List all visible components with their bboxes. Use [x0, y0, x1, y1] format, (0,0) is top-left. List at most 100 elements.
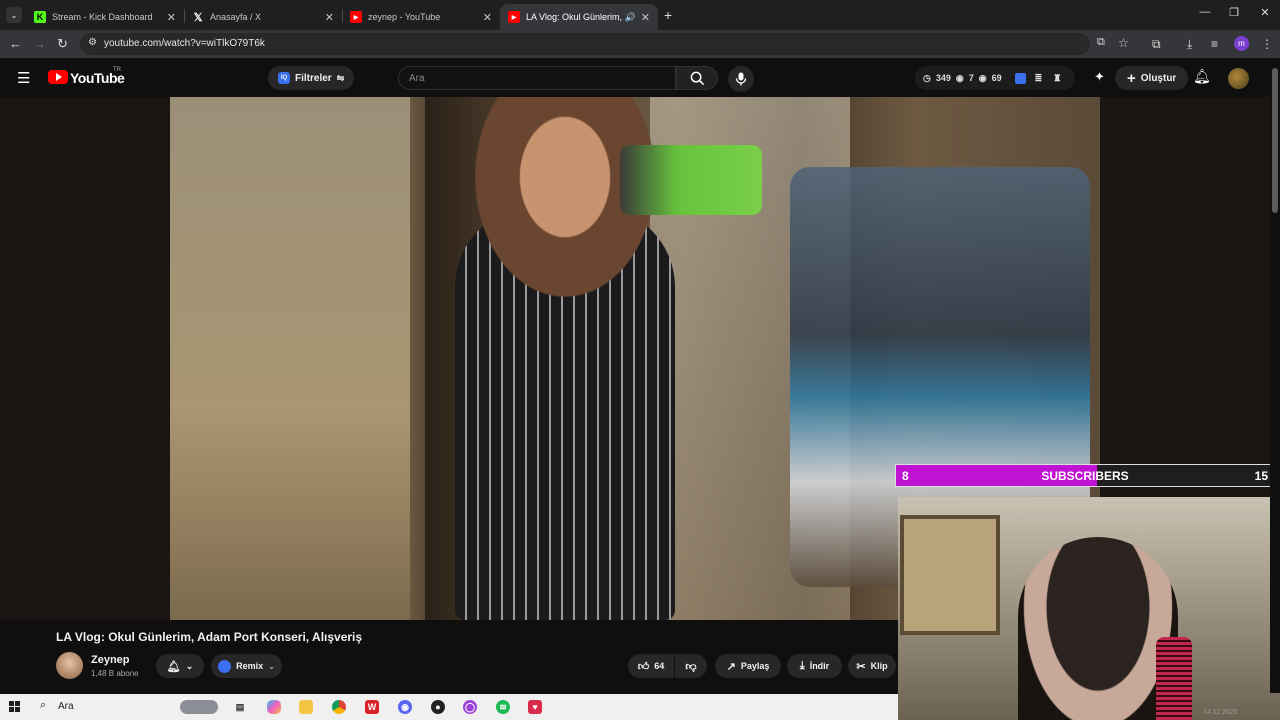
profile-icon[interactable]: m — [1234, 36, 1249, 51]
file-explorer-icon[interactable] — [299, 700, 313, 714]
hamburger-menu-icon[interactable]: ☰ — [17, 69, 30, 87]
clock-icon: ◷ — [923, 72, 931, 83]
tab-youtube-video[interactable]: ▶ LA Vlog: Okul Günlerim, Ad 🔊 ✕ — [500, 4, 658, 30]
close-icon[interactable]: ✕ — [483, 11, 492, 24]
youtube-header: ☰ YouTube TR IQ Filtreler ⇋ ◷ 349 ◉ 7 ◉ … — [0, 58, 1280, 98]
close-icon[interactable]: ✕ — [167, 11, 176, 24]
youtube-logo-icon[interactable] — [48, 70, 68, 84]
app-purple-icon[interactable]: ◯ — [463, 700, 477, 714]
iq-icon[interactable] — [1014, 72, 1026, 84]
subscriber-goal-title: SUBSCRIBERS — [1041, 469, 1129, 483]
notifications-bell-icon[interactable]: 🔔︎ — [1193, 68, 1211, 85]
tab-title: zeynep - YouTube — [368, 12, 441, 22]
discord-icon[interactable]: ◉ — [398, 700, 412, 714]
obs-icon[interactable]: ● — [431, 700, 445, 714]
spotify-icon[interactable]: ≋ — [496, 700, 510, 714]
address-bar[interactable]: ⚙ youtube.com/watch?v=wiTlkO79T6k ⧉ ☆ — [80, 33, 1129, 55]
download-button[interactable]: ⤓ İndir — [787, 654, 842, 678]
scrollbar-thumb[interactable] — [1272, 68, 1278, 213]
taskbar-search-label[interactable]: Ara — [58, 701, 74, 712]
tab-title: Stream - Kick Dashboard — [52, 12, 153, 22]
back-icon[interactable]: ← — [9, 36, 22, 51]
webcam-overlay — [898, 497, 1280, 720]
sliders-icon: ⇋ — [336, 72, 345, 83]
stat-a: 349 — [935, 73, 951, 83]
subscriber-goal-target: 15 — [1254, 469, 1268, 483]
menu-kebab-icon[interactable]: ⋮ — [1261, 37, 1273, 51]
taskbar-date: 14.11.2025 — [1203, 709, 1238, 716]
channel-name[interactable]: Zeynep — [91, 654, 130, 666]
kick-icon: K — [34, 11, 46, 23]
wps-office-icon[interactable]: W — [365, 700, 379, 714]
reload-icon[interactable]: ↻ — [57, 36, 68, 52]
chevron-down-icon: ⌄ — [268, 661, 275, 671]
tab-kick[interactable]: K Stream - Kick Dashboard ✕ — [26, 4, 184, 30]
tab-list-dropdown-icon[interactable]: ⌄ — [6, 7, 22, 23]
browser-tab-strip: ⌄ K Stream - Kick Dashboard ✕ 𝕏 Anasayfa… — [0, 0, 1280, 30]
forward-icon[interactable]: → — [33, 36, 46, 51]
stat-b: 7 — [968, 73, 974, 83]
thumbs-up-icon: 👍︎ — [637, 660, 650, 673]
youtube-icon: ▶ — [508, 11, 520, 23]
manatee-widget-icon[interactable] — [180, 700, 218, 714]
taskbar-search-icon[interactable]: ⌕ — [40, 699, 46, 712]
clip-button[interactable]: ✂ Klip — [848, 654, 896, 678]
windows-taskbar: ⌕ Ara ▤ W ◉ ● ◯ ≋ ♥ — [0, 694, 898, 720]
clip-label: Klip — [870, 661, 888, 671]
filters-button[interactable]: IQ Filtreler ⇋ — [268, 66, 355, 90]
share-arrow-icon: ↗ — [726, 660, 736, 673]
extensions-icon[interactable]: ⧉ — [1152, 37, 1161, 52]
list-icon[interactable]: ≣ — [1035, 73, 1043, 84]
download-icon: ⤓ — [799, 659, 805, 672]
thumbs-down-icon: 👎︎ — [685, 660, 697, 673]
x-icon: 𝕏 — [193, 11, 203, 24]
dislike-button[interactable]: 👎︎ — [675, 654, 707, 678]
share-button[interactable]: ↗ Paylaş — [715, 654, 781, 678]
remix-button[interactable]: Remix ⌄ — [211, 654, 282, 678]
copilot-icon[interactable] — [267, 700, 281, 714]
minimize-icon[interactable]: — — [1190, 6, 1220, 18]
chrome-icon[interactable] — [332, 700, 346, 714]
account-avatar[interactable] — [1228, 68, 1249, 89]
voice-search-button[interactable] — [728, 66, 754, 92]
site-info-icon[interactable]: ⚙ — [88, 37, 97, 48]
create-button[interactable]: + Oluştur — [1115, 66, 1189, 90]
filter-badge-icon: IQ — [278, 72, 290, 84]
iq-icon — [218, 659, 232, 673]
media-controls-icon[interactable]: ≡ — [1211, 37, 1218, 51]
search-box[interactable] — [398, 66, 676, 90]
extension-stats-pill[interactable]: ◷ 349 ◉ 7 ◉ 69 ≣ ♜ — [915, 66, 1075, 90]
tab-youtube-channel[interactable]: ▶ zeynep - YouTube ✕ — [342, 4, 500, 30]
microphone-icon — [735, 72, 747, 86]
close-window-icon[interactable]: ✕ — [1250, 6, 1280, 19]
channel-avatar[interactable] — [56, 652, 83, 679]
browser-toolbar: ← → ↻ ⚙ youtube.com/watch?v=wiTlkO79T6k … — [0, 30, 1280, 58]
close-icon[interactable]: ✕ — [641, 11, 650, 24]
trophy-icon[interactable]: ♜ — [1053, 73, 1061, 84]
share-label: Paylaş — [740, 661, 770, 671]
search-input[interactable] — [399, 67, 675, 89]
new-tab-icon[interactable]: + — [664, 7, 672, 23]
youtube-icon: ▶ — [350, 11, 362, 23]
bookmark-star-icon[interactable]: ☆ — [1118, 36, 1129, 50]
webcam-streamer — [1018, 537, 1178, 720]
restore-icon[interactable]: ❐ — [1219, 6, 1249, 19]
task-view-icon[interactable]: ▤ — [233, 700, 247, 714]
notification-bell-button[interactable]: 🔔︎ ⌄ — [156, 654, 204, 678]
speaker-icon[interactable]: 🔊 — [625, 12, 636, 23]
remix-label: Remix — [236, 661, 264, 671]
tab-x[interactable]: 𝕏 Anasayfa / X ✕ — [184, 4, 342, 30]
video-title: LA Vlog: Okul Günlerim, Adam Port Konser… — [56, 630, 363, 644]
video-scene-phone — [620, 145, 762, 215]
tab-title: LA Vlog: Okul Günlerim, Ad — [526, 12, 622, 22]
cast-icon[interactable]: ✦ — [1094, 69, 1105, 85]
search-button[interactable] — [676, 66, 718, 90]
like-button[interactable]: 👍︎ 64 — [628, 654, 674, 678]
install-app-icon[interactable]: ⧉ — [1097, 36, 1105, 49]
downloads-icon[interactable]: ⤓ — [1187, 37, 1192, 52]
url-text[interactable]: youtube.com/watch?v=wiTlkO79T6k — [104, 38, 265, 49]
windows-start-icon[interactable] — [9, 701, 21, 713]
close-icon[interactable]: ✕ — [325, 11, 334, 24]
bell-icon: 🔔︎ — [166, 660, 181, 673]
app-red-icon[interactable]: ♥ — [528, 700, 542, 714]
